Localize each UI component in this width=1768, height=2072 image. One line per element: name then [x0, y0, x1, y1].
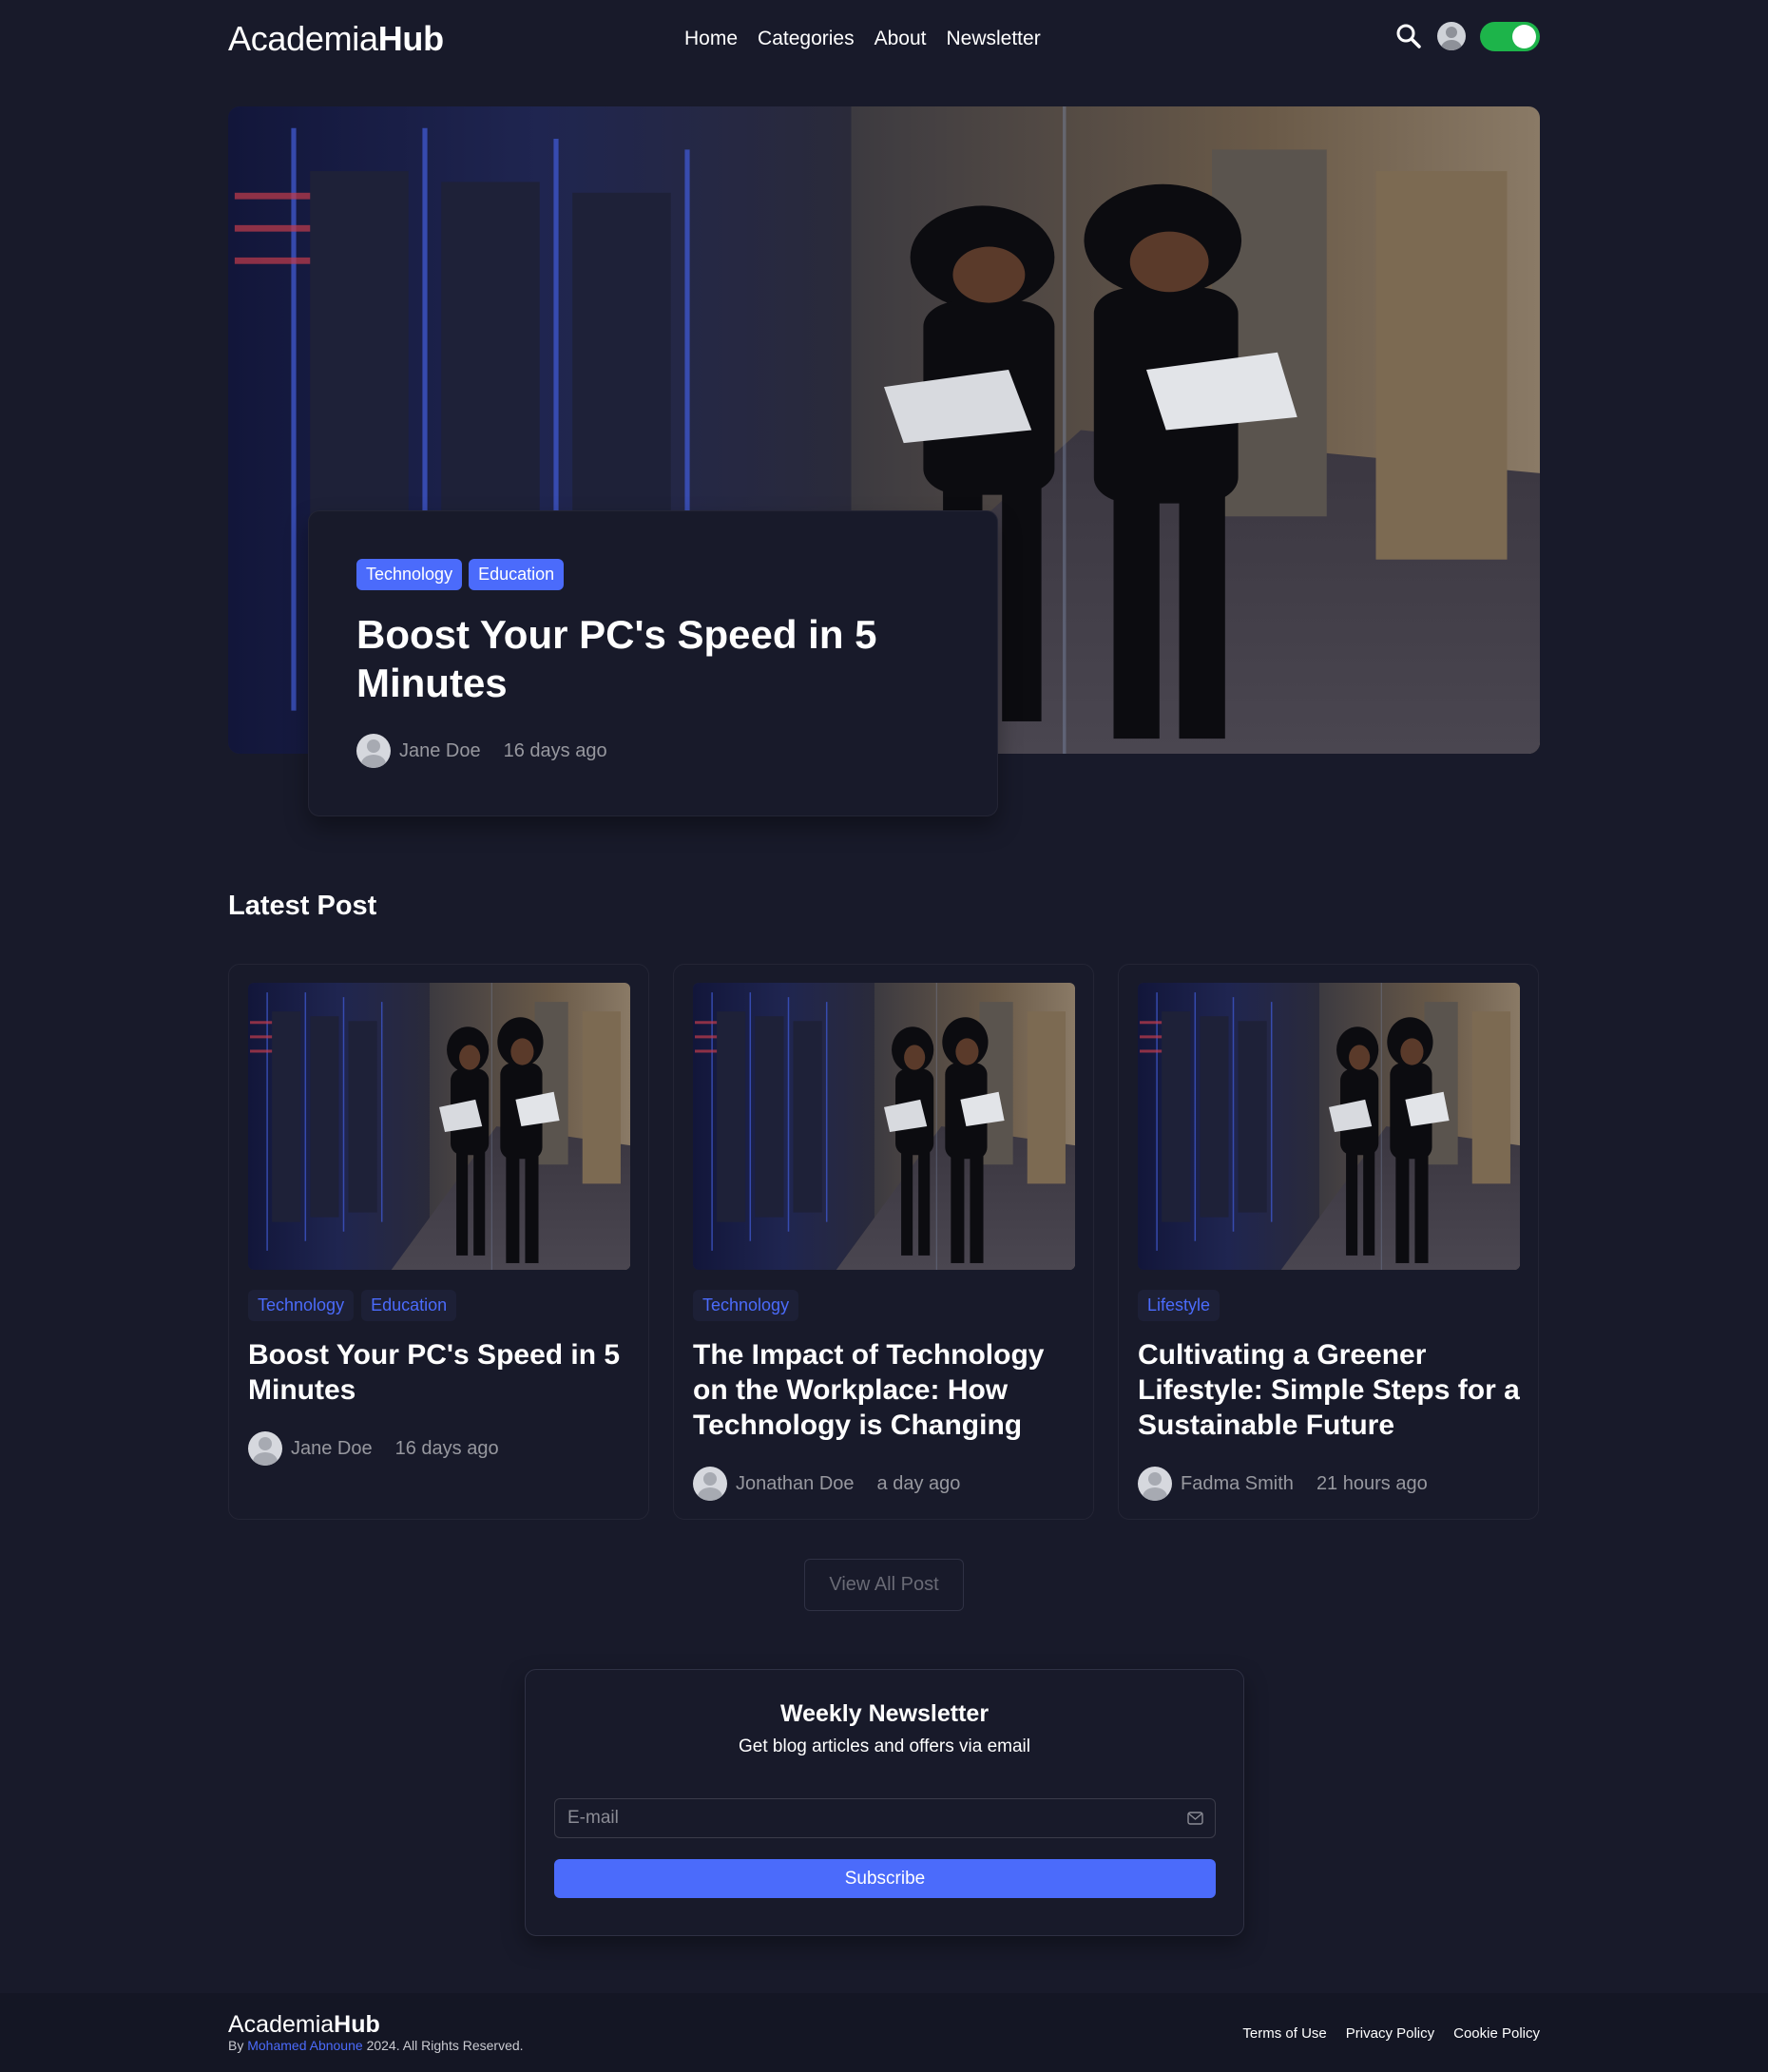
site-footer: AcademiaHub By Mohamed Abnoune 2024. All…	[0, 1993, 1768, 2072]
nav-about[interactable]: About	[874, 28, 927, 50]
author-avatar	[1138, 1467, 1172, 1501]
post-image[interactable]	[1138, 983, 1520, 1270]
search-icon[interactable]	[1395, 23, 1422, 49]
user-avatar-icon[interactable]	[1437, 22, 1466, 50]
hero-meta: Jane Doe 16 days ago	[356, 734, 607, 768]
tag-technology[interactable]: Technology	[248, 1290, 355, 1321]
post-tags: Lifestyle	[1138, 1290, 1220, 1321]
tag-technology[interactable]: Technology	[693, 1290, 799, 1321]
post-date: 16 days ago	[503, 739, 607, 761]
author-name[interactable]: Jane Doe	[399, 740, 481, 762]
author-link[interactable]: Mohamed Abnoune	[247, 2038, 362, 2053]
newsletter-box: Weekly Newsletter Get blog articles and …	[525, 1669, 1244, 1936]
post-title[interactable]: Cultivating a Greener Lifestyle: Simple …	[1138, 1337, 1528, 1443]
hero-title[interactable]: Boost Your PC's Speed in 5 Minutes	[356, 610, 927, 707]
post-tags: Technology	[693, 1290, 799, 1321]
terms-link[interactable]: Terms of Use	[1242, 2025, 1326, 2042]
post-tags: Technology Education	[248, 1290, 457, 1321]
footer-links: Terms of Use Privacy Policy Cookie Polic…	[1242, 2025, 1540, 2042]
post-card[interactable]: Lifestyle Cultivating a Greener Lifestyl…	[1118, 964, 1539, 1520]
tag-lifestyle[interactable]: Lifestyle	[1138, 1290, 1220, 1321]
post-title[interactable]: The Impact of Technology on the Workplac…	[693, 1337, 1083, 1443]
tag-education[interactable]: Education	[469, 559, 565, 590]
newsletter-title: Weekly Newsletter	[779, 1700, 990, 1727]
email-field[interactable]	[555, 1799, 1215, 1837]
hero-tags: Technology Education	[356, 559, 565, 590]
post-image[interactable]	[248, 983, 630, 1270]
tag-technology[interactable]: Technology	[356, 559, 463, 590]
section-title: Latest Post	[228, 891, 377, 921]
copyright: By Mohamed Abnoune 2024. All Rights Rese…	[228, 2038, 524, 2053]
tag-education[interactable]: Education	[361, 1290, 457, 1321]
post-meta: Jane Doe 16 days ago	[248, 1431, 499, 1466]
author-avatar	[693, 1467, 727, 1501]
author-name[interactable]: Jane Doe	[291, 1438, 373, 1460]
cookie-link[interactable]: Cookie Policy	[1453, 2025, 1540, 2042]
post-meta: Fadma Smith 21 hours ago	[1138, 1467, 1428, 1501]
post-image[interactable]	[693, 983, 1075, 1270]
author-avatar	[248, 1431, 282, 1466]
nav-newsletter[interactable]: Newsletter	[946, 28, 1040, 50]
post-date: a day ago	[876, 1472, 961, 1494]
privacy-link[interactable]: Privacy Policy	[1346, 2025, 1434, 2042]
post-title[interactable]: Boost Your PC's Speed in 5 Minutes	[248, 1337, 638, 1408]
site-logo[interactable]: AcademiaHub	[228, 19, 444, 59]
view-all-button[interactable]: View All Post	[804, 1559, 964, 1611]
post-card[interactable]: Technology Education Boost Your PC's Spe…	[228, 964, 649, 1520]
site-header: AcademiaHub Home Categories About Newsle…	[0, 0, 1768, 78]
newsletter-subtitle: Get blog articles and offers via email	[739, 1736, 1030, 1756]
post-date: 21 hours ago	[1316, 1472, 1428, 1494]
email-field-wrapper	[554, 1798, 1216, 1838]
main-nav: Home Categories About Newsletter	[684, 28, 1041, 50]
subscribe-button[interactable]: Subscribe	[554, 1859, 1216, 1898]
post-card[interactable]: Technology The Impact of Technology on t…	[673, 964, 1094, 1520]
mail-icon	[1187, 1812, 1203, 1825]
nav-home[interactable]: Home	[684, 28, 738, 50]
author-name[interactable]: Fadma Smith	[1181, 1473, 1294, 1495]
nav-categories[interactable]: Categories	[758, 28, 855, 50]
author-name[interactable]: Jonathan Doe	[736, 1473, 855, 1495]
author-avatar	[356, 734, 391, 768]
hero-card[interactable]: Technology Education Boost Your PC's Spe…	[308, 510, 998, 816]
footer-logo[interactable]: AcademiaHub	[228, 2011, 380, 2039]
post-meta: Jonathan Doe a day ago	[693, 1467, 960, 1501]
theme-toggle[interactable]	[1480, 22, 1540, 51]
post-date: 16 days ago	[394, 1437, 499, 1459]
